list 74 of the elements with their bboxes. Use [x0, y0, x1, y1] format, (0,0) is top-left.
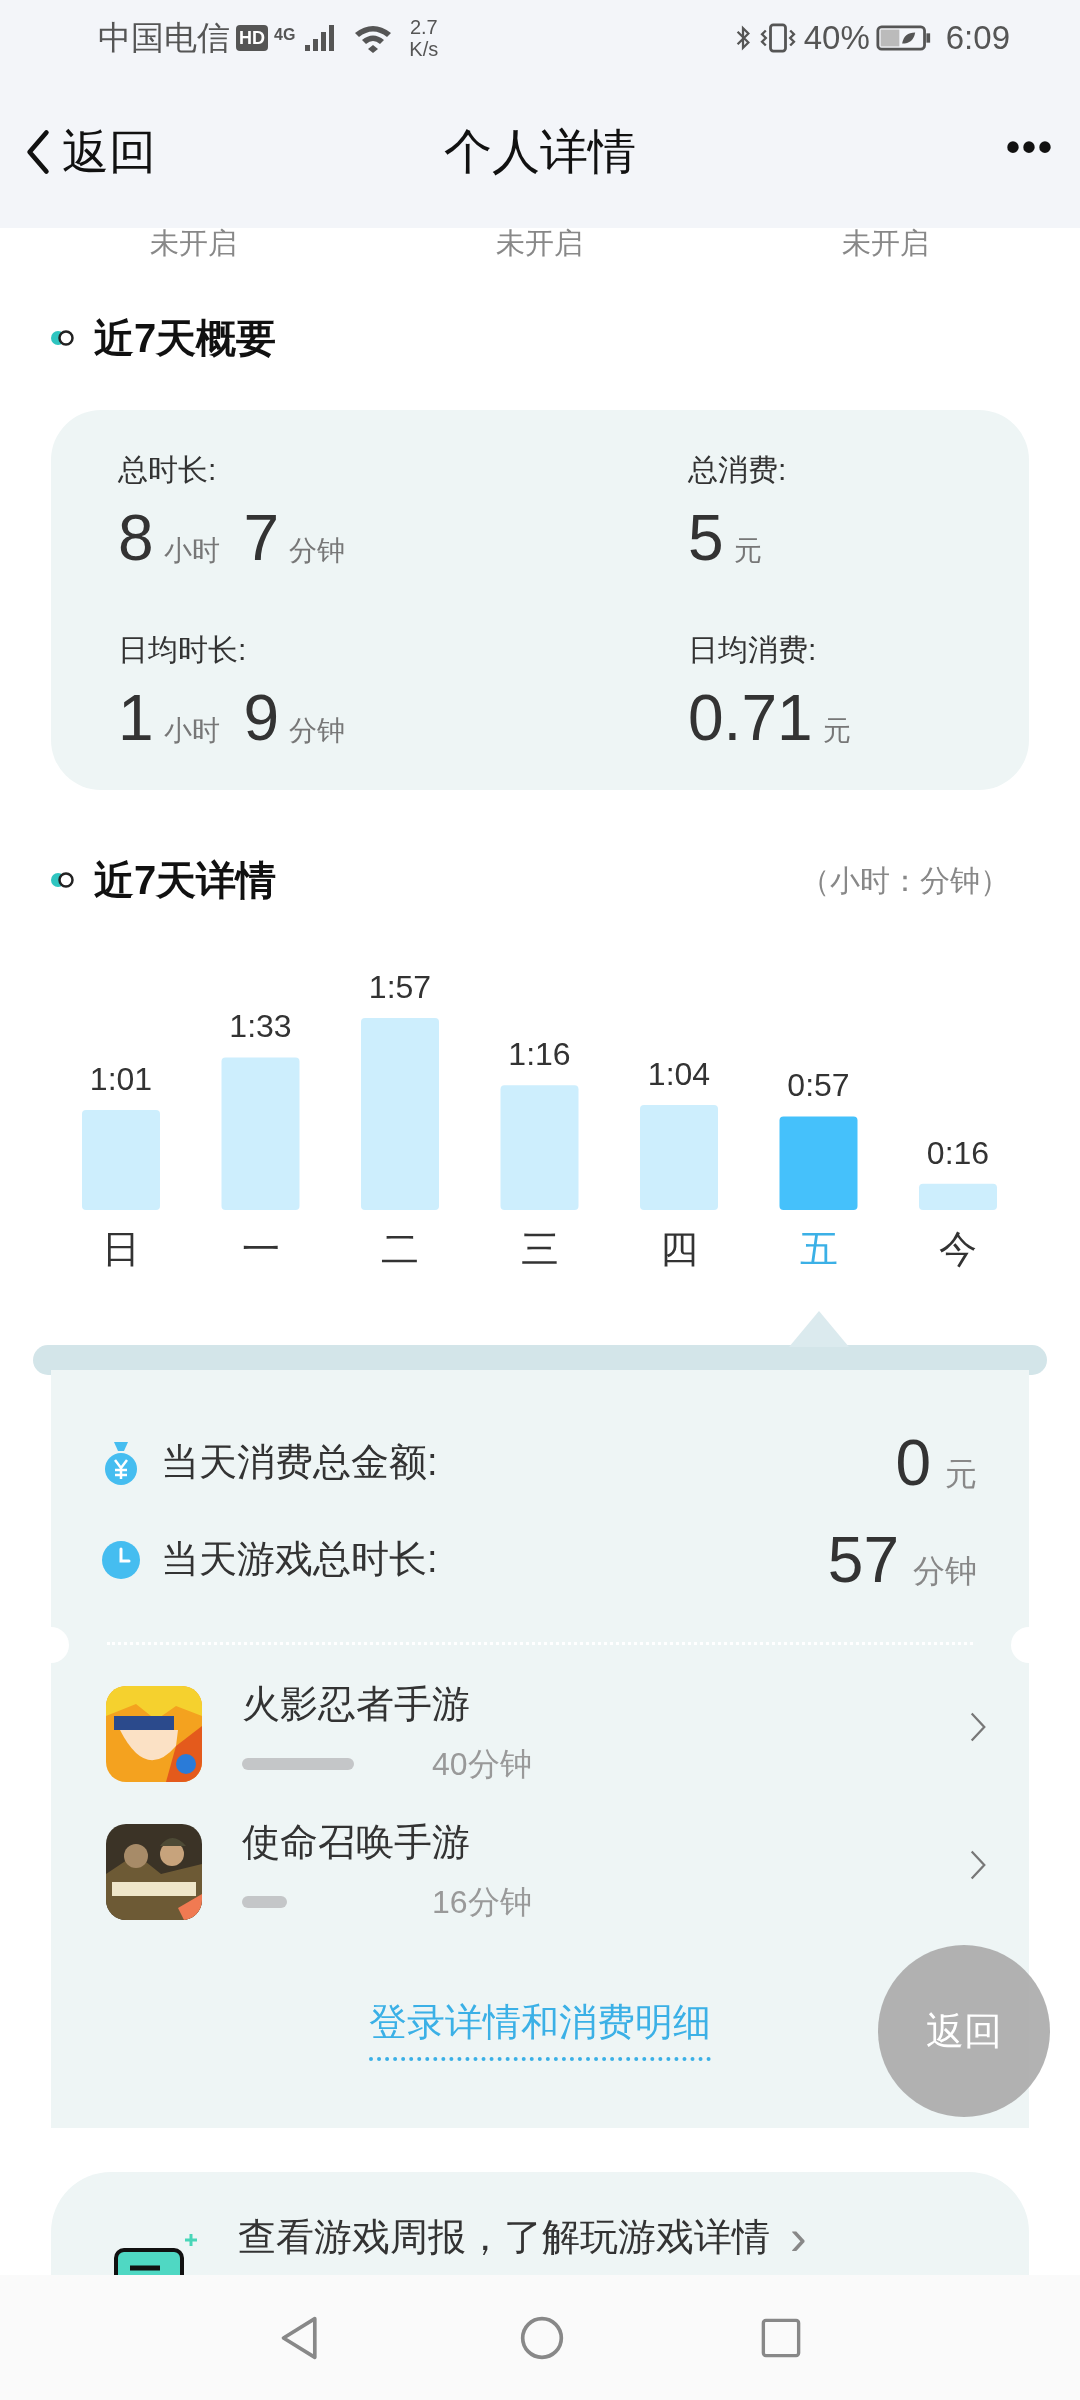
bar[interactable] [779, 1116, 858, 1210]
stat-unit: 分钟 [289, 714, 346, 748]
bar-value-label: 1:57 [368, 969, 432, 1005]
weekly-report-card[interactable]: 查看游戏周报，了解玩游戏详情 › [51, 2172, 1029, 2275]
day-label[interactable]: 今 [939, 1228, 977, 1270]
play-time: 16分钟 [432, 1884, 532, 1920]
stat-value: 8 [118, 501, 154, 576]
battery-percent: 40% [803, 17, 870, 58]
bar[interactable] [361, 1018, 439, 1210]
stat-value: 0.71 [688, 681, 813, 756]
summary-label: 当天消费总金额: [161, 1440, 438, 1485]
stat-unit: 分钟 [289, 534, 346, 568]
hd-badge: HD [236, 24, 268, 51]
clock-icon [101, 1539, 141, 1580]
weekly-report-title: 查看游戏周报，了解玩游戏详情 [238, 2215, 770, 2260]
network-speed: 2.7 [409, 15, 438, 38]
bar[interactable] [221, 1057, 300, 1210]
bar-value-label: 0:16 [926, 1134, 990, 1171]
stat-label: 总时长: [118, 452, 218, 488]
summary-unit: 分钟 [913, 1551, 977, 1591]
bar[interactable] [500, 1085, 579, 1210]
stat-unit: 元 [822, 714, 851, 748]
section-title: 近7天详情 [94, 857, 277, 904]
bar-value-label: 1:01 [89, 1060, 153, 1097]
bar[interactable] [919, 1183, 997, 1210]
more-button[interactable]: ••• [1006, 127, 1054, 167]
carrier-name: 中国电信 [98, 17, 230, 58]
stat-label: 日均时长: [118, 632, 248, 668]
stat-unit: 小时 [163, 534, 220, 568]
bar-value-label: 1:04 [647, 1055, 711, 1092]
stat-value: 5 [688, 501, 724, 576]
setting-status: 未开启 [149, 228, 237, 258]
day-label[interactable]: 一 [241, 1228, 280, 1270]
stat-value: 7 [243, 501, 280, 576]
setting-status: 未开启 [495, 228, 583, 258]
play-time: 40分钟 [432, 1746, 532, 1782]
bar-value-label: 0:57 [787, 1067, 850, 1104]
bar-value-label: 1:16 [508, 1036, 571, 1073]
game-title: 火影忍者手游 [242, 1682, 471, 1726]
stat-unit: 元 [733, 534, 762, 568]
stat-value: 9 [243, 681, 280, 756]
section-title: 近7天概要 [94, 315, 277, 362]
bar-value-label: 1:33 [229, 1008, 292, 1045]
summary-value: 57 [827, 1522, 899, 1598]
bar[interactable] [640, 1104, 718, 1210]
stat-value: 1 [118, 681, 154, 756]
chevron-right-icon[interactable] [969, 1848, 987, 1882]
section-marker-icon [50, 872, 74, 888]
network-type: 4G [274, 26, 296, 43]
day-label[interactable]: 三 [520, 1228, 559, 1270]
chevron-right-icon[interactable] [969, 1710, 987, 1744]
battery-icon [875, 23, 932, 52]
stat-unit: 小时 [163, 714, 220, 748]
stat-label: 总消费: [688, 452, 788, 488]
stat-label: 日均消费: [688, 632, 818, 668]
unit-note: （小时：分钟） [800, 862, 1010, 899]
summary-label: 当天游戏总时长: [161, 1537, 438, 1582]
chevron-right-icon: › [790, 2212, 807, 2262]
home-nav-icon[interactable] [519, 2314, 565, 2361]
page-title: 个人详情 [444, 123, 636, 180]
summary-unit: 元 [945, 1454, 977, 1494]
back-button[interactable]: 返回 [24, 117, 156, 188]
day-label[interactable]: 二 [381, 1228, 419, 1270]
clock-time: 6:09 [945, 17, 1010, 58]
day-label[interactable]: 四 [660, 1228, 698, 1270]
setting-status: 未开启 [841, 228, 929, 258]
day-label[interactable]: 日 [102, 1228, 140, 1270]
bar[interactable] [82, 1109, 160, 1210]
speed-unit: K/s [409, 37, 439, 60]
summary-value: 0 [895, 1425, 931, 1501]
section-marker-icon [50, 330, 74, 346]
chevron-left-icon [24, 128, 52, 177]
game-title: 使命召唤手游 [242, 1820, 471, 1864]
recents-nav-icon[interactable] [760, 2316, 802, 2359]
